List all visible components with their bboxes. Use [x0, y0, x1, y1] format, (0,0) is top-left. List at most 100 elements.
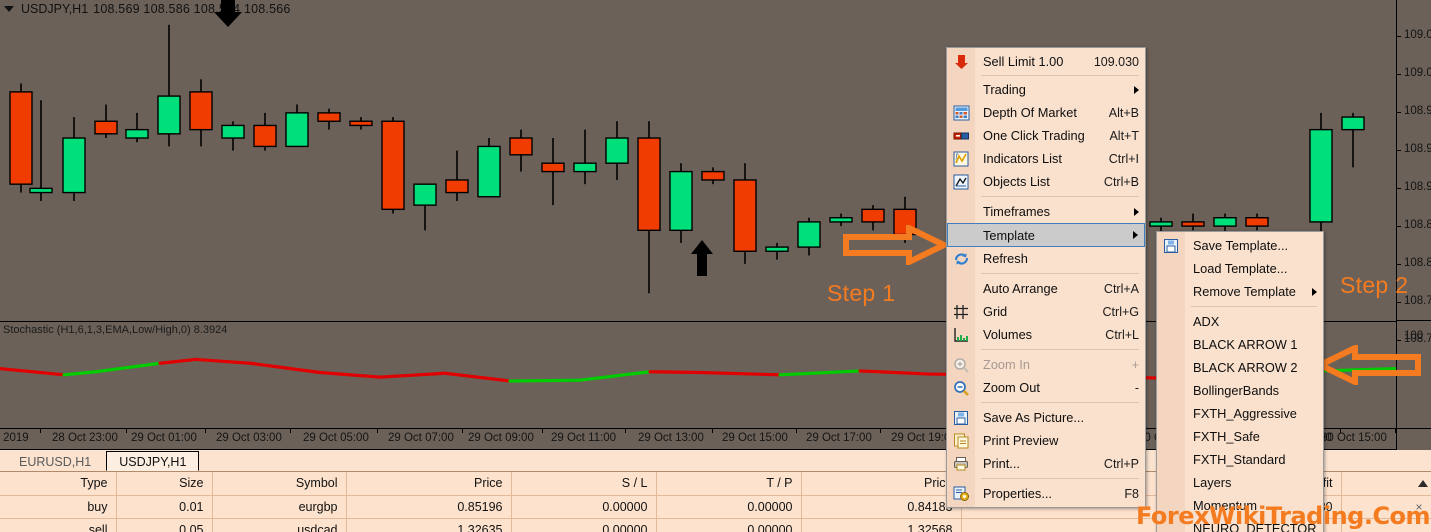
order-price: 109.030 — [1093, 54, 1139, 69]
time-tick — [625, 429, 626, 433]
menu-item-label: Indicators List — [983, 151, 1062, 166]
price-tick — [1397, 188, 1401, 189]
menu-item-print[interactable]: Print... Ctrl+P — [947, 452, 1145, 475]
time-tick — [712, 429, 713, 433]
template-item-label: Remove Template — [1193, 284, 1296, 299]
template-item-label: Load Template... — [1193, 261, 1288, 276]
cell-price: 0.85196 — [346, 495, 512, 519]
step2-label: Step 2 — [1340, 272, 1409, 298]
menu-item-save-as-picture[interactable]: Save As Picture... — [947, 406, 1145, 429]
black-down-arrow-icon — [214, 0, 242, 27]
menu-item-label: Properties... — [983, 486, 1052, 501]
menu-item-volumes[interactable]: Volumes Ctrl+L — [947, 323, 1145, 346]
price-tick-label: 108.74 — [1404, 333, 1431, 345]
properties-icon — [952, 485, 971, 503]
template-item-save-template[interactable]: Save Template... — [1157, 234, 1323, 257]
cell-price: 1.32635 — [346, 518, 512, 532]
menu-item-refresh[interactable]: Refresh — [947, 247, 1145, 270]
template-item-black-arrow-2[interactable]: BLACK ARROW 2 — [1157, 356, 1323, 379]
menu-item-depth-of-market[interactable]: Depth Of Market Alt+B — [947, 101, 1145, 124]
template-item-label: FXTH_Safe — [1193, 429, 1260, 444]
time-tick — [377, 429, 378, 433]
menu-item-one-click[interactable]: One Click Trading Alt+T — [947, 124, 1145, 147]
menu-item-accelerator: Ctrl+A — [1103, 281, 1139, 296]
template-item-adx[interactable]: ADX — [1157, 310, 1323, 333]
template-item-load-template[interactable]: Load Template... — [1157, 257, 1323, 280]
table-header-type-0[interactable]: Type — [0, 472, 117, 496]
table-header-symbol-2[interactable]: Symbol — [212, 472, 347, 496]
price-tick — [1397, 112, 1401, 113]
time-tick — [126, 429, 127, 433]
chart-collapse-icon[interactable] — [4, 6, 14, 12]
menu-separator — [981, 75, 1139, 76]
cell-type: sell — [0, 518, 117, 532]
price-tick — [1397, 340, 1401, 341]
template-item-label: Layers — [1193, 475, 1232, 490]
price-tick-label: 108.94 — [1404, 143, 1431, 155]
template-item-label: BollingerBands — [1193, 383, 1280, 398]
table-header-price-3[interactable]: Price — [346, 472, 512, 496]
time-tick — [880, 429, 881, 433]
time-tick-label: 29 Oct 01:00 — [131, 432, 197, 444]
template-item-black-arrow-1[interactable]: BLACK ARROW 1 — [1157, 333, 1323, 356]
menu-item-timeframes[interactable]: Timeframes — [947, 200, 1145, 223]
menu-item-label: Volumes — [983, 327, 1033, 342]
menu-item-objects-list[interactable]: Objects List Ctrl+B — [947, 170, 1145, 193]
step2-arrow-annotation — [1316, 345, 1421, 385]
menu-item-label: Objects List — [983, 174, 1050, 189]
template-item-fxth-aggressive[interactable]: FXTH_Aggressive — [1157, 402, 1323, 425]
zoom-in-icon — [952, 356, 971, 374]
step1-label: Step 1 — [827, 280, 896, 306]
menu-item-label: Zoom Out — [983, 380, 1040, 395]
chart-ohlc-values: 108.569 108.586 108.524 108.566 — [93, 2, 291, 16]
menu-item-label: Trading — [983, 82, 1026, 97]
scroll-up-icon[interactable] — [1417, 478, 1429, 490]
time-tick-label: 29 Oct 09:00 — [468, 432, 534, 444]
menu-item-zoom-out[interactable]: Zoom Out - — [947, 376, 1145, 399]
menu-separator — [981, 273, 1139, 274]
template-submenu[interactable]: Save Template... Load Template... Remove T… — [1156, 231, 1324, 532]
template-item-label: BLACK ARROW 1 — [1193, 337, 1298, 352]
menu-item-trading[interactable]: Trading — [947, 78, 1145, 101]
template-item-fxth-standard[interactable]: FXTH_Standard — [1157, 448, 1323, 471]
table-header-price-6[interactable]: Price — [801, 472, 962, 496]
chart-context-menu[interactable]: Sell Limit 1.00 109.030 Trading Depth Of… — [946, 47, 1146, 508]
template-item-fxth-safe[interactable]: FXTH_Safe — [1157, 425, 1323, 448]
menu-item-accelerator: Ctrl+I — [1108, 151, 1139, 166]
menu-item-indicators-list[interactable]: ƒ Indicators List Ctrl+I — [947, 147, 1145, 170]
menu-separator — [981, 478, 1139, 479]
time-tick-label: 30 Oct 15:00 — [1321, 432, 1387, 444]
menu-item-label: Refresh — [983, 251, 1028, 266]
template-item-bollingerbands[interactable]: BollingerBands — [1157, 379, 1323, 402]
menu-item-grid[interactable]: Grid Ctrl+G — [947, 300, 1145, 323]
time-tick-label: 28 Oct 2019 — [0, 432, 29, 444]
template-item-layers[interactable]: Layers — [1157, 471, 1323, 494]
menu-item-accelerator: F8 — [1124, 486, 1139, 501]
menu-item-print-preview[interactable]: Print Preview — [947, 429, 1145, 452]
chart-tab-eurusd-h1[interactable]: EURUSD,H1 — [6, 451, 105, 471]
print-icon — [952, 455, 971, 473]
cell-tp: 0.00000 — [656, 518, 802, 532]
table-header-sl-4[interactable]: S / L — [511, 472, 657, 496]
menu-item-template[interactable]: Template — [947, 223, 1145, 247]
time-tick — [40, 429, 41, 433]
table-header-size-1[interactable]: Size — [116, 472, 213, 496]
cell-symbol: usdcad — [212, 518, 347, 532]
table-header-tp-5[interactable]: T / P — [656, 472, 802, 496]
menu-item-accelerator: Alt+B — [1108, 105, 1139, 120]
cell-size: 0.05 — [116, 518, 213, 532]
menu-item-accelerator: Ctrl+G — [1102, 304, 1139, 319]
menu-separator — [981, 196, 1139, 197]
price-tick-label: 108.98 — [1404, 105, 1431, 117]
price-tick — [1397, 74, 1401, 75]
time-tick-label: 29 Oct 03:00 — [216, 432, 282, 444]
price-tick — [1397, 36, 1401, 37]
chart-tab-usdjpy-h1[interactable]: USDJPY,H1 — [106, 451, 200, 471]
template-item-remove-template[interactable]: Remove Template — [1157, 280, 1323, 303]
menu-item-auto-arrange[interactable]: Auto Arrange Ctrl+A — [947, 277, 1145, 300]
save-as-picture-icon — [952, 409, 971, 427]
menu-item-accelerator: Ctrl+B — [1103, 174, 1139, 189]
context-menu-order-row[interactable]: Sell Limit 1.00 109.030 — [947, 50, 1145, 73]
menu-item-properties[interactable]: Properties... F8 — [947, 482, 1145, 505]
price-tick — [1397, 226, 1401, 227]
